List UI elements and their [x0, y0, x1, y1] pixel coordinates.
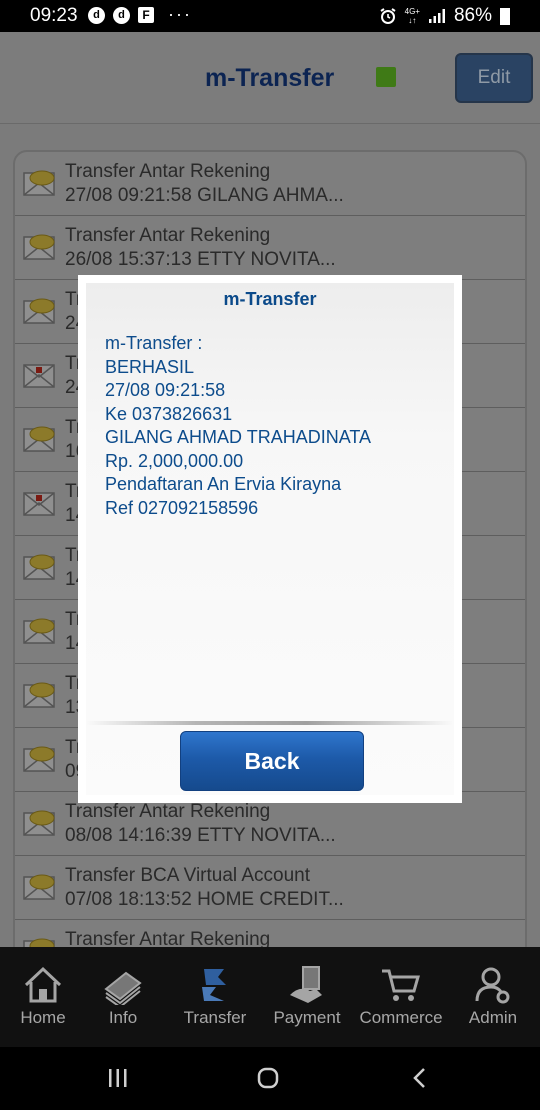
bottom-navigation: Home Info Transfer Payment Commerce Admin	[0, 947, 540, 1047]
info-icon	[78, 965, 168, 1005]
dialog-line: Pendaftaran An Ervia Kirayna	[105, 474, 342, 494]
dialog-message: m-Transfer : BERHASIL 27/08 09:21:58 Ke 037…	[105, 332, 371, 520]
envelope-icon	[23, 682, 55, 708]
dialog-line: Ref 027092158596	[105, 497, 259, 518]
alarm-icon	[380, 8, 396, 24]
notification-icons: d d F ···	[88, 4, 192, 24]
nav-label: Transfer	[183, 1008, 247, 1027]
envelope-icon	[23, 746, 55, 772]
list-item-title: Transfer BCA Virtual Account	[65, 865, 311, 886]
notification-d-icon: d	[113, 7, 130, 24]
list-item[interactable]: Transfer Antar Rekening	[15, 920, 525, 947]
envelope-icon	[23, 554, 55, 580]
list-item-title: Transfer Antar Rekening	[65, 929, 271, 947]
result-dialog: m-Transfer m-Transfer : BERHASIL 27/08 09:…	[78, 275, 462, 803]
envelope-icon	[23, 874, 55, 900]
dialog-line: GILANG AHMAD TRAHADINATA	[105, 427, 372, 447]
list-item[interactable]: Transfer Antar Rekening 27/08 09:21:58 GI…	[15, 152, 525, 216]
dialog-line: Rp. 2,000,000.00	[105, 450, 244, 471]
nav-info[interactable]: Info	[78, 965, 168, 1028]
status-bar: 09:23 d d F ··· 4G+ ↓↑ 86%	[0, 0, 540, 32]
transfer-icon	[170, 965, 260, 1005]
home-icon	[0, 965, 88, 1005]
notification-d-icon: d	[88, 7, 105, 24]
battery-icon	[500, 7, 510, 25]
envelope-icon	[23, 618, 55, 644]
system-navigation-bar	[0, 1047, 540, 1110]
back-system-icon[interactable]	[410, 1067, 430, 1089]
nav-admin[interactable]: Admin	[448, 965, 538, 1028]
envelope-icon	[23, 234, 55, 260]
app-header: m-Transfer Edit	[0, 32, 540, 124]
dialog-line: 27/08 09:21:58	[105, 380, 226, 400]
list-item-detail: 27/08 09:21:58 GILANG AHMA...	[65, 185, 344, 206]
nav-commerce[interactable]: Commerce	[356, 965, 446, 1028]
nav-label: Payment	[273, 1008, 341, 1027]
dialog-title: m-Transfer	[223, 289, 317, 309]
nav-label: Info	[108, 1008, 138, 1027]
envelope-open-icon	[23, 492, 55, 516]
list-item[interactable]: Transfer BCA Virtual Account 07/08 18:13:…	[15, 856, 525, 920]
back-button[interactable]: Back	[180, 731, 364, 791]
cart-icon	[356, 965, 446, 1005]
dialog-panel: m-Transfer m-Transfer : BERHASIL 27/08 09:…	[86, 283, 454, 795]
facebook-icon: F	[138, 7, 154, 23]
nav-transfer[interactable]: Transfer	[170, 965, 260, 1028]
list-item-title: Transfer Antar Rekening	[65, 801, 271, 822]
status-indicator	[376, 67, 396, 87]
network-type-icon: 4G+ ↓↑	[404, 7, 420, 25]
recent-apps-icon[interactable]	[106, 1067, 130, 1089]
list-item[interactable]: Transfer Antar Rekening 26/08 15:37:13 ET…	[15, 216, 525, 280]
envelope-icon	[23, 810, 55, 836]
payment-icon	[262, 965, 352, 1005]
more-notifications-icon: ···	[168, 4, 192, 24]
admin-icon	[448, 965, 538, 1005]
envelope-icon	[23, 938, 55, 947]
nav-label: Home	[20, 1008, 66, 1027]
list-item-detail: 08/08 14:16:39 ETTY NOVITA...	[65, 825, 336, 846]
dialog-line: Ke 0373826631	[105, 403, 233, 424]
status-time: 09:23	[30, 5, 78, 26]
envelope-icon	[23, 426, 55, 452]
dialog-line: BERHASIL	[105, 356, 195, 377]
nav-home[interactable]: Home	[0, 965, 88, 1028]
battery-percent: 86%	[453, 5, 492, 26]
list-item-title: Transfer Antar Rekening	[65, 161, 271, 182]
page-title: m-Transfer	[205, 64, 335, 92]
status-right: 4G+ ↓↑ 86%	[379, 5, 510, 27]
edit-button[interactable]: Edit	[455, 53, 533, 103]
signal-icon	[428, 9, 445, 23]
nav-label: Admin	[468, 1008, 518, 1027]
dialog-line: m-Transfer :	[105, 333, 203, 353]
envelope-icon	[23, 298, 55, 324]
list-item-detail: 07/08 18:13:52 HOME CREDIT...	[65, 889, 344, 910]
nav-label: Commerce	[359, 1008, 443, 1027]
list-item-title: Transfer Antar Rekening	[65, 225, 271, 246]
list-item-detail: 26/08 15:37:13 ETTY NOVITA...	[65, 249, 336, 270]
nav-payment[interactable]: Payment	[262, 965, 352, 1028]
envelope-open-icon	[23, 364, 55, 388]
dialog-divider	[86, 721, 454, 725]
home-system-icon[interactable]	[256, 1066, 280, 1090]
envelope-icon	[23, 170, 55, 196]
